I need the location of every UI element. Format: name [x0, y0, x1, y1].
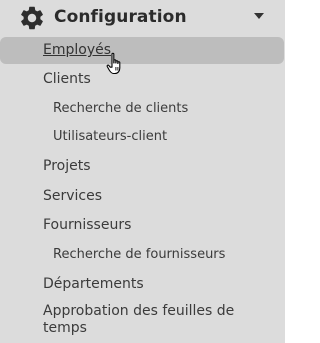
menu-item-label: Employés: [43, 42, 112, 58]
menu-item-label: Clients: [43, 71, 91, 87]
chevron-down-icon[interactable]: [254, 13, 264, 19]
menu-item-label: Recherche de fournisseurs: [53, 247, 226, 262]
menu-item-label: Projets: [43, 158, 91, 174]
configuration-header[interactable]: Configuration: [0, 0, 285, 36]
menu-title: Configuration: [54, 7, 187, 27]
menu-item-label: Fournisseurs: [43, 217, 132, 233]
menu-item-label: Départements: [43, 276, 144, 292]
menu-item-label: Approbation des feuilles de temps: [43, 303, 235, 336]
gear-icon: [21, 6, 43, 30]
menu-item-label: Utilisateurs-client: [53, 129, 168, 144]
menu-item-label: Recherche de clients: [53, 101, 189, 116]
configuration-menu-panel: Configuration Employés Clients Recherche…: [0, 0, 285, 343]
menu-item-label: Services: [43, 188, 103, 204]
hand-pointer-icon: [106, 52, 121, 75]
